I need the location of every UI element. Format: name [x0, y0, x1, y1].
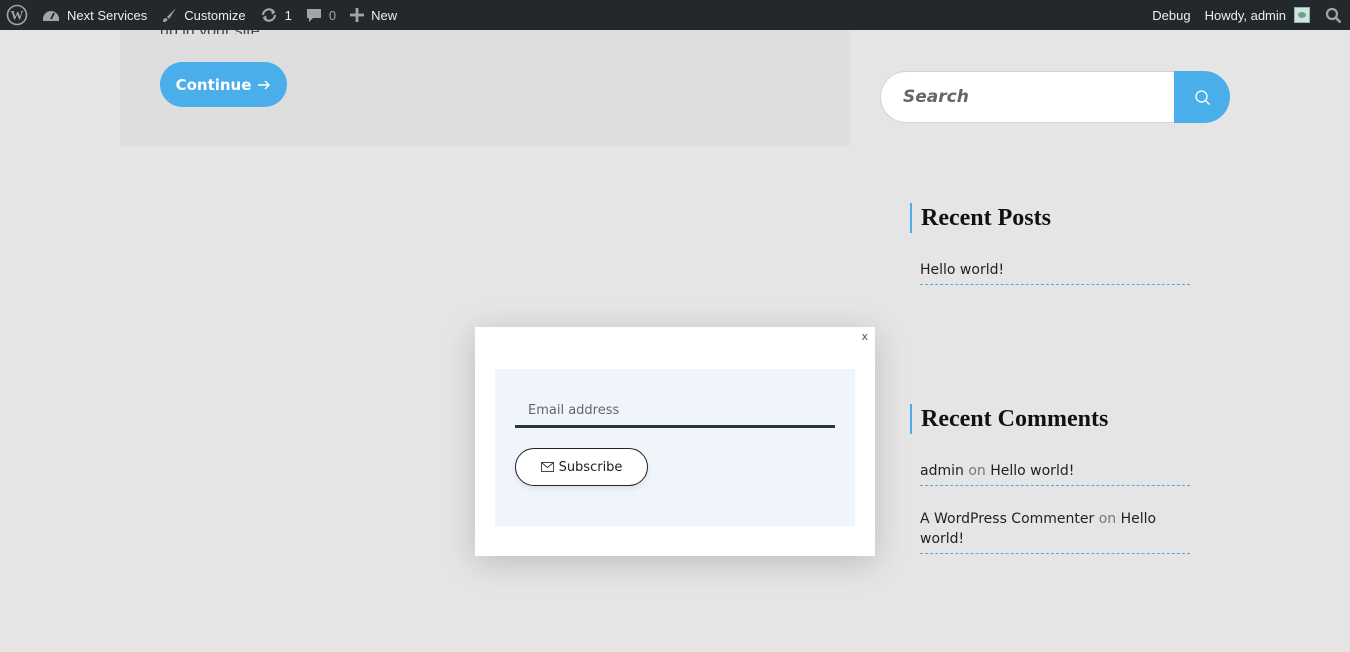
- comment-author-link[interactable]: A WordPress Commenter: [920, 511, 1094, 527]
- search-icon: [1325, 7, 1342, 23]
- subscribe-label: Subscribe: [558, 459, 623, 475]
- customize-label: Customize: [184, 7, 246, 23]
- admin-bar: W Next Services Customize 1 0 New Debug …: [0, 0, 1350, 30]
- updates-link[interactable]: 1: [253, 0, 299, 30]
- wordpress-logo-icon: W: [6, 4, 28, 26]
- sidebar-search-input[interactable]: [880, 71, 1180, 123]
- svg-text:W: W: [11, 8, 24, 23]
- customize-link[interactable]: Customize: [154, 0, 252, 30]
- post-card: up in your site... Continue: [120, 23, 850, 146]
- subscribe-button[interactable]: Subscribe: [515, 448, 648, 486]
- updates-icon: [261, 8, 276, 22]
- my-account-link[interactable]: Howdy, admin: [1198, 0, 1318, 30]
- comments-count: 0: [328, 7, 337, 23]
- comment-author-link[interactable]: admin: [920, 463, 964, 479]
- comment-bubble-icon: [306, 9, 321, 22]
- envelope-icon: [540, 462, 554, 472]
- comment-on-text: on: [968, 463, 986, 479]
- search-icon: [1194, 89, 1210, 105]
- plus-icon: [350, 8, 365, 22]
- howdy-label: Howdy, admin: [1204, 7, 1286, 23]
- updates-count: 1: [284, 7, 292, 23]
- sidebar-search-form: [880, 71, 1230, 123]
- comment-on-text: on: [1098, 511, 1117, 527]
- admin-bar-secondary: Debug Howdy, admin: [1145, 0, 1350, 30]
- recent-comments-title: Recent Comments: [910, 404, 1108, 434]
- new-content-link[interactable]: New: [343, 0, 404, 30]
- list-item: admin on Hello world!: [920, 461, 1190, 486]
- debug-label: Debug: [1152, 7, 1191, 23]
- recent-post-link[interactable]: Hello world!: [920, 262, 1004, 278]
- popup-close-button[interactable]: x: [861, 330, 868, 343]
- adminbar-search-button[interactable]: [1318, 0, 1350, 30]
- wordpress-logo-button[interactable]: W: [0, 0, 35, 30]
- site-name-link[interactable]: Next Services: [35, 0, 154, 30]
- email-field[interactable]: [515, 395, 835, 428]
- list-item: A WordPress Commenter on Hello world!: [920, 509, 1190, 554]
- sidebar-search-button[interactable]: [1174, 71, 1230, 123]
- subscribe-form: Subscribe: [495, 369, 855, 526]
- arrow-right-icon: [258, 80, 271, 89]
- site-name-label: Next Services: [67, 7, 148, 23]
- brush-icon: [163, 8, 177, 22]
- list-item: Hello world!: [920, 260, 1190, 285]
- dashboard-icon: [43, 11, 59, 21]
- avatar: [1294, 7, 1310, 23]
- comment-post-link[interactable]: Hello world!: [990, 463, 1074, 479]
- new-label: New: [371, 7, 398, 23]
- continue-label: Continue: [175, 75, 252, 94]
- debug-link[interactable]: Debug: [1145, 0, 1197, 30]
- subscribe-popup: x Subscribe: [475, 327, 875, 556]
- comments-link[interactable]: 0: [299, 0, 343, 30]
- recent-posts-title: Recent Posts: [910, 203, 1051, 233]
- continue-button[interactable]: Continue: [160, 62, 287, 107]
